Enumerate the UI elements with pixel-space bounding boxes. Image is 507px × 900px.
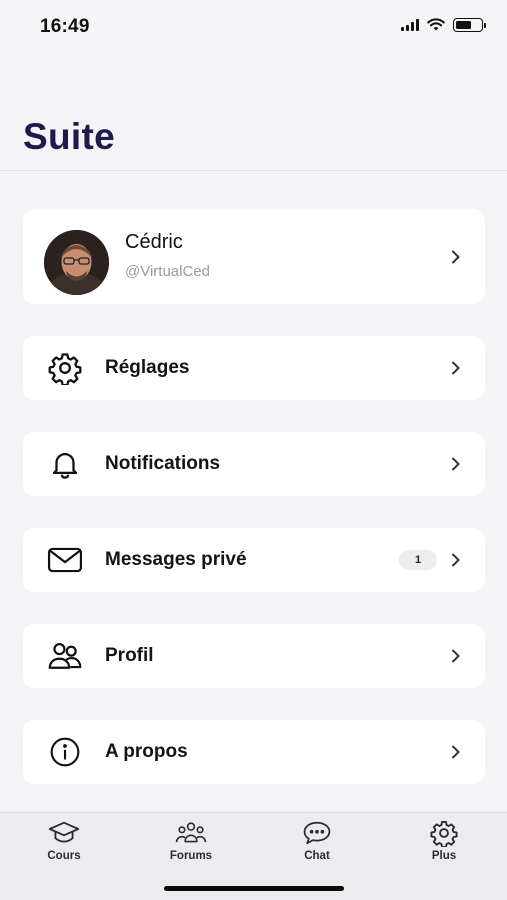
battery-icon [453,18,486,32]
page-title: Suite [23,116,115,157]
users-icon [47,638,83,674]
status-time: 16:49 [40,16,90,37]
tab-chat[interactable]: Chat [272,819,362,862]
gear-icon [428,819,460,847]
menu-item-label: Profil [105,645,154,666]
chevron-right-icon [452,553,460,567]
tab-bar: Cours Forums Chat Plus [0,812,507,900]
menu-item-label: A propos [105,741,188,762]
info-icon [47,734,83,770]
group-icon [175,819,207,847]
menu-item-label: Notifications [105,453,221,474]
menu-item-label: Messages privé [105,549,247,570]
tab-more[interactable]: Plus [399,819,489,862]
tab-forums[interactable]: Forums [146,819,236,862]
menu-item-label: Réglages [105,357,190,378]
title-divider [0,170,507,171]
tab-label: Forums [169,850,213,862]
chevron-right-icon [452,250,460,263]
envelope-icon [47,542,83,578]
chat-bubble-icon [301,819,333,847]
avatar [44,230,109,295]
tab-courses[interactable]: Cours [19,819,109,862]
unread-count-badge: 1 [399,550,437,570]
home-indicator[interactable] [164,886,344,891]
graduation-cap-icon [48,819,80,847]
bell-icon [47,446,83,482]
menu-item-settings[interactable]: Réglages [23,336,485,400]
tab-label: Chat [304,850,330,862]
tab-label: Cours [47,850,81,862]
chevron-right-icon [452,361,460,375]
menu-item-private-messages[interactable]: Messages privé 1 [23,528,485,592]
chevron-right-icon [452,649,460,663]
menu-item-notifications[interactable]: Notifications [23,432,485,496]
chevron-right-icon [452,457,460,471]
gear-icon [47,350,83,386]
menu-item-about[interactable]: A propos [23,720,485,784]
tab-label: Plus [431,850,457,862]
status-bar: 16:49 [0,0,507,54]
wifi-icon [427,18,445,31]
chevron-right-icon [452,745,460,759]
profile-name: Cédric [125,231,183,253]
menu-item-profile[interactable]: Profil [23,624,485,688]
cellular-signal-icon [401,19,419,31]
status-icons [401,18,486,32]
profile-card[interactable]: Cédric @VirtualCed [23,209,485,304]
profile-handle: @VirtualCed [125,263,210,280]
